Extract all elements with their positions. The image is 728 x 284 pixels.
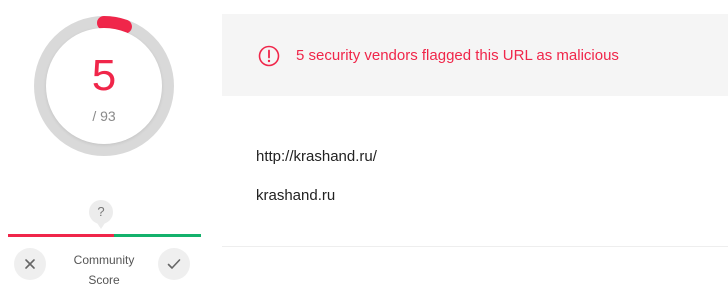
scanned-domain[interactable]: krashand.ru — [256, 186, 335, 206]
community-label-line1: Community — [73, 253, 135, 267]
close-icon — [25, 259, 35, 269]
community-negative-bar — [8, 234, 114, 237]
community-positive-bar — [114, 234, 201, 237]
detection-score-gauge: 5 / 93 — [30, 12, 178, 160]
detection-count: 5 — [91, 51, 117, 100]
engine-total: / 93 — [92, 108, 116, 124]
score-center: 5 / 93 — [46, 28, 162, 144]
vote-harmful-button[interactable] — [14, 248, 46, 280]
score-panel: 5 / 93 ? Community Score — [0, 0, 210, 284]
community-score: ? Community Score — [0, 196, 210, 284]
exclamation-circle-icon — [258, 45, 280, 67]
detection-summary-card: 5 security vendors flagged this URL as m… — [222, 14, 728, 247]
community-score-label: Community Score — [58, 250, 150, 284]
malicious-alert-banner: 5 security vendors flagged this URL as m… — [222, 14, 728, 96]
scanned-url: http://krashand.ru/ — [256, 148, 377, 165]
alert-message: 5 security vendors flagged this URL as m… — [296, 47, 619, 64]
community-score-bar — [8, 234, 201, 237]
community-score-bubble: ? — [89, 200, 113, 229]
community-label-line2: Score — [88, 273, 120, 284]
url-report-page: 5 / 93 ? Community Score 5 security vend… — [0, 0, 728, 284]
vote-harmless-button[interactable] — [158, 248, 190, 280]
check-icon — [167, 259, 181, 269]
